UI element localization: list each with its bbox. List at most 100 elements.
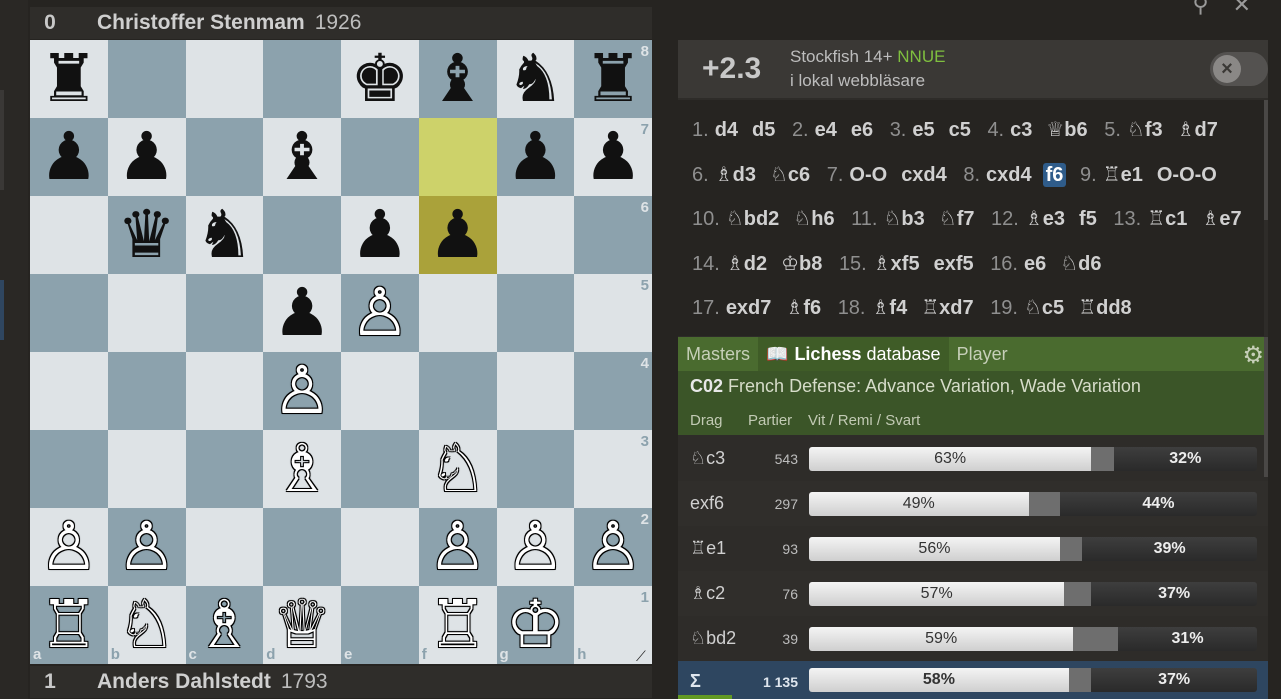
square-a6[interactable] [30,196,108,274]
square-a1[interactable]: ♖ a [30,586,108,664]
move-black[interactable]: f5 [1076,207,1100,231]
piece-d3[interactable]: ♗ [273,436,332,502]
move-white[interactable]: ♘b3 [880,207,927,231]
move-white[interactable]: ♗xf5 [870,252,923,276]
move-white[interactable]: e6 [1021,252,1049,276]
square-d2[interactable] [263,508,341,586]
square-h5[interactable]: 5 [574,274,652,352]
explorer-row[interactable]: ♘c3 543 63% 32% [678,436,1268,481]
piece-d7[interactable]: ♝ [273,124,332,190]
square-f2[interactable]: ♙ [418,508,497,586]
square-e1[interactable]: e [341,586,419,664]
explorer-row[interactable]: ♘bd2 39 59% 31% [678,616,1268,661]
piece-b7[interactable]: ♟ [117,124,176,190]
square-a5[interactable] [30,274,108,352]
square-f1[interactable]: ♖ f [418,586,497,664]
move-black[interactable]: ♘h6 [790,207,837,231]
square-a3[interactable] [30,430,108,508]
move-black[interactable]: e6 [848,118,876,142]
square-h8[interactable]: ♜ 8 [574,40,652,118]
move-white[interactable]: e5 [909,118,937,142]
move-white[interactable]: ♘bd2 [723,207,783,231]
move-black[interactable]: f6 [1042,162,1067,187]
move-white[interactable]: ♗f4 [869,296,911,320]
piece-f3[interactable]: ♘ [428,436,487,502]
tab-masters[interactable]: Masters [678,337,758,371]
explorer-row[interactable]: ♗c2 76 57% 37% [678,571,1268,616]
piece-d4[interactable]: ♙ [273,358,332,424]
tab-player[interactable]: Player [949,337,1016,371]
square-g3[interactable] [496,430,575,508]
move-white[interactable]: c3 [1007,118,1035,142]
resize-handle-icon[interactable]: ⟋ [636,648,650,664]
square-d3[interactable]: ♗ [263,430,341,508]
square-e5[interactable]: ♙ [341,274,419,352]
square-b5[interactable] [107,274,186,352]
square-f3[interactable]: ♘ [418,430,497,508]
explorer-scrollbar[interactable] [1264,337,1268,477]
square-h3[interactable]: 3 [574,430,652,508]
piece-g7[interactable]: ♟ [506,124,565,190]
move-white[interactable]: exd7 [723,296,775,320]
square-b7[interactable]: ♟ [107,118,186,196]
square-c4[interactable] [185,352,264,430]
move-white[interactable]: ♘f3 [1124,118,1166,142]
move-white[interactable]: ♘c5 [1021,296,1067,320]
explorer-row[interactable]: exf6 297 49% 44% [678,481,1268,526]
move-white[interactable]: ♖c1 [1144,207,1190,231]
square-b2[interactable]: ♙ [107,508,186,586]
piece-f6[interactable]: ♟ [428,202,487,268]
square-e6[interactable]: ♟ [341,196,419,274]
square-f5[interactable] [418,274,497,352]
move-black[interactable]: ♘f7 [936,207,978,231]
square-f6[interactable]: ♟ [418,196,497,274]
piece-h2[interactable]: ♙ [584,514,643,580]
move-black[interactable]: ♕b6 [1043,118,1090,142]
square-g1[interactable]: ♔ g [496,586,575,664]
piece-d1[interactable]: ♕ [273,592,332,658]
square-a7[interactable]: ♟ [30,118,108,196]
square-d7[interactable]: ♝ [263,118,341,196]
move-list-scrollbar[interactable] [1264,100,1268,220]
square-e7[interactable] [341,118,419,196]
piece-h7[interactable]: ♟ [584,124,643,190]
square-h6[interactable]: 6 [574,196,652,274]
square-b3[interactable] [107,430,186,508]
square-e3[interactable] [341,430,419,508]
square-b1[interactable]: ♘ b [107,586,186,664]
move-white[interactable]: ♗d3 [712,163,759,187]
explorer-row[interactable]: ♖e1 93 56% 39% [678,526,1268,571]
move-black[interactable]: d5 [749,118,778,142]
close-icon[interactable]: ✕ [1233,0,1251,18]
square-d6[interactable] [263,196,341,274]
square-c5[interactable] [185,274,264,352]
move-black[interactable]: ♗e7 [1198,207,1244,231]
piece-d5[interactable]: ♟ [273,280,332,346]
piece-e6[interactable]: ♟ [350,202,409,268]
move-black[interactable]: cxd4 [898,163,950,187]
piece-f1[interactable]: ♖ [428,592,487,658]
piece-g2[interactable]: ♙ [506,514,565,580]
move-white[interactable]: d4 [712,118,741,142]
tab-lichess-database[interactable]: 📖 Lichess database [758,337,949,371]
square-e2[interactable] [341,508,419,586]
square-b6[interactable]: ♛ [107,196,186,274]
square-b8[interactable] [107,40,186,118]
square-h7[interactable]: ♟ 7 [574,118,652,196]
move-white[interactable]: ♗d2 [723,252,770,276]
move-black[interactable]: ♗d7 [1174,118,1221,142]
gear-icon[interactable]: ⚙ [1242,341,1264,370]
piece-f8[interactable]: ♝ [428,46,487,112]
move-black[interactable]: ♖xd7 [918,296,976,320]
piece-c1[interactable]: ♗ [195,592,254,658]
move-black[interactable]: ♗f6 [782,296,824,320]
player-name[interactable]: Anders Dahlstedt [97,670,271,694]
move-black[interactable]: ♖dd8 [1075,296,1135,320]
square-a4[interactable] [30,352,108,430]
piece-g1[interactable]: ♔ [506,592,565,658]
square-e8[interactable]: ♚ [341,40,419,118]
move-white[interactable]: cxd4 [983,163,1035,187]
square-d8[interactable] [263,40,341,118]
move-black[interactable]: c5 [946,118,974,142]
square-c6[interactable]: ♞ [185,196,264,274]
